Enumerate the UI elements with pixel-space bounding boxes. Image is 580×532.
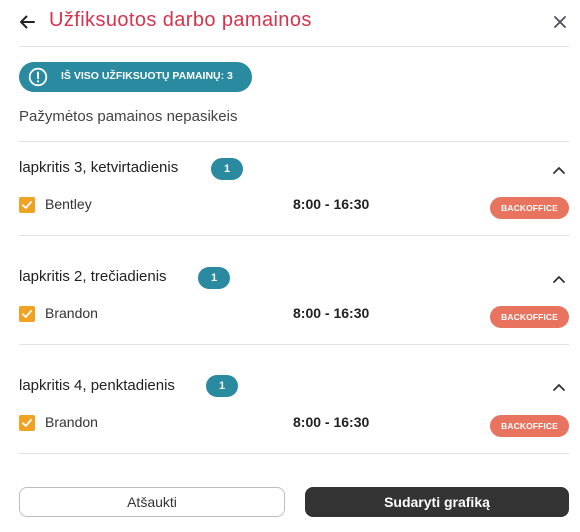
day-title: lapkritis 4, penktadienis — [19, 377, 175, 394]
close-icon[interactable] — [552, 14, 568, 30]
shift-time: 8:00 - 16:30 — [293, 414, 370, 430]
summary-text: IŠ VISO UŽFIKSUOTŲ PAMAINŲ: 3 — [61, 70, 233, 82]
shift-time: 8:00 - 16:30 — [293, 305, 370, 321]
count-badge: 1 — [206, 375, 238, 397]
shift-checkbox[interactable] — [19, 197, 35, 213]
create-schedule-button[interactable]: Sudaryti grafiką — [305, 487, 569, 517]
arrow-left-icon[interactable] — [17, 12, 37, 32]
day-title: lapkritis 3, ketvirtadienis — [19, 159, 179, 176]
cancel-button[interactable]: Atšaukti — [19, 487, 285, 517]
section-divider — [19, 141, 569, 142]
count-badge: 1 — [198, 267, 230, 289]
checkmark-icon — [22, 201, 32, 209]
info-note: Pažymėtos pamainos nepasikeis — [19, 108, 238, 125]
role-badge: BACKOFFICE — [490, 415, 569, 437]
chevron-up-icon[interactable] — [552, 271, 566, 283]
employee-name: Bentley — [45, 196, 92, 212]
checkmark-icon — [22, 310, 32, 318]
day-title: lapkritis 2, trečiadienis — [19, 268, 167, 285]
chevron-up-icon[interactable] — [552, 162, 566, 174]
header-divider — [19, 46, 569, 47]
section-divider — [19, 344, 569, 345]
employee-name: Brandon — [45, 305, 98, 321]
shift-checkbox[interactable] — [19, 415, 35, 431]
page-title: Užfiksuotos darbo pamainos — [49, 9, 312, 31]
employee-name: Brandon — [45, 414, 98, 430]
section-divider — [19, 235, 569, 236]
section-divider — [19, 453, 569, 454]
count-badge: 1 — [211, 158, 243, 180]
role-badge: BACKOFFICE — [490, 197, 569, 219]
role-badge: BACKOFFICE — [490, 306, 569, 328]
summary-badge: IŠ VISO UŽFIKSUOTŲ PAMAINŲ: 3 — [19, 62, 252, 92]
checkmark-icon — [22, 419, 32, 427]
info-icon — [28, 67, 48, 87]
dialog-header: Užfiksuotos darbo pamainos — [0, 0, 580, 46]
chevron-up-icon[interactable] — [552, 379, 566, 391]
shift-checkbox[interactable] — [19, 306, 35, 322]
shift-time: 8:00 - 16:30 — [293, 196, 370, 212]
